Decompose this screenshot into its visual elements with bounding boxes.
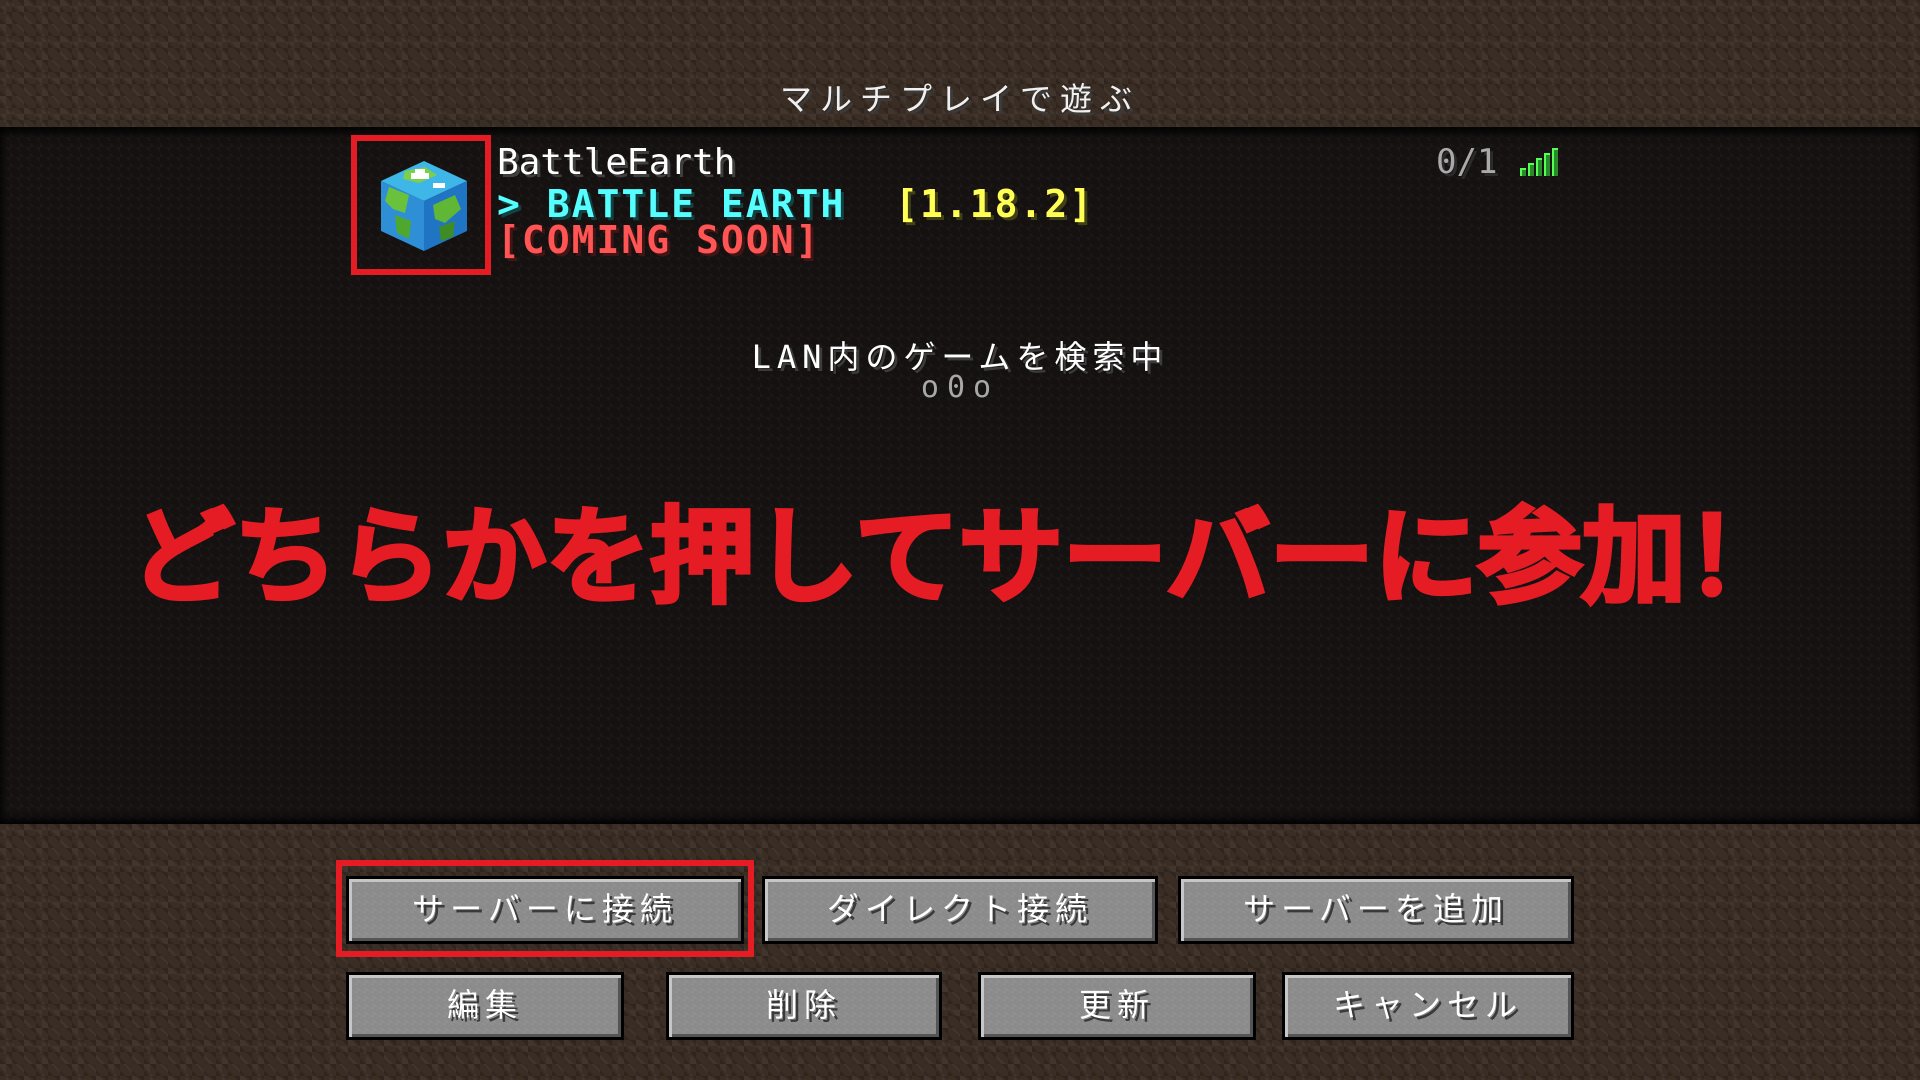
- earth-cube-icon[interactable]: [375, 157, 473, 255]
- edit-button[interactable]: 編集: [346, 972, 624, 1040]
- direct-connect-button[interactable]: ダイレクト接続: [762, 876, 1158, 944]
- overlay-caption: どちらかを押してサーバーに参加！: [128, 496, 1792, 618]
- delete-button[interactable]: 削除: [666, 972, 942, 1040]
- server-motd-line-2: [COMING SOON]: [497, 218, 821, 262]
- add-server-button[interactable]: サーバーを追加: [1178, 876, 1574, 944]
- lan-scanning-dots: o0o: [920, 370, 1000, 405]
- server-name: BattleEarth: [497, 142, 736, 183]
- bottom-dirt-band: [0, 824, 1920, 1080]
- screen-title: マルチプレイで遊ぶ: [779, 80, 1140, 118]
- server-list[interactable]: [0, 127, 1920, 824]
- cancel-button[interactable]: キャンセル: [1282, 972, 1574, 1040]
- motd-version: [1.18.2]: [895, 182, 1095, 226]
- refresh-button[interactable]: 更新: [978, 972, 1256, 1040]
- connect-server-button[interactable]: サーバーに接続: [346, 876, 744, 944]
- signal-bars-icon: [1520, 148, 1558, 176]
- player-count: 0/1: [1436, 142, 1498, 182]
- server-icon-highlight[interactable]: [351, 135, 491, 275]
